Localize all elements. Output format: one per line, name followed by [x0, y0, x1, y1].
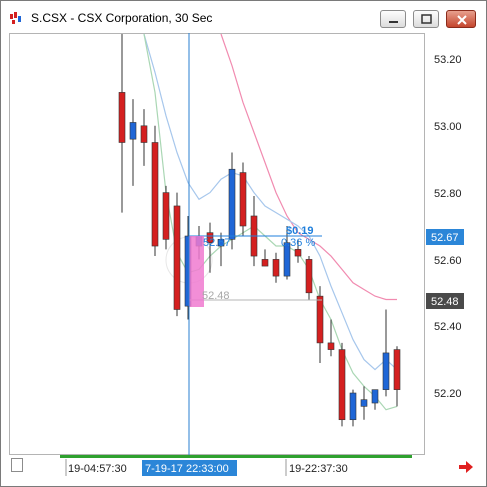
title-bar[interactable]: S.CSX - CSX Corporation, 30 Sec [1, 1, 486, 35]
minimize-button[interactable] [380, 10, 406, 28]
app-logo-icon [10, 12, 21, 24]
time-axis[interactable] [9, 455, 425, 477]
maximize-button[interactable] [413, 10, 439, 28]
maximize-icon [421, 14, 432, 24]
time-range-bar[interactable] [60, 455, 412, 458]
chart-plot-area[interactable] [9, 33, 425, 455]
corner-checkbox[interactable] [11, 458, 23, 472]
close-button[interactable] [446, 10, 476, 28]
minimize-icon [389, 21, 398, 23]
scroll-right-arrow-icon[interactable] [458, 459, 474, 475]
window-title: S.CSX - CSX Corporation, 30 Sec [31, 11, 213, 25]
close-icon [457, 15, 467, 25]
price-axis[interactable] [426, 33, 486, 455]
